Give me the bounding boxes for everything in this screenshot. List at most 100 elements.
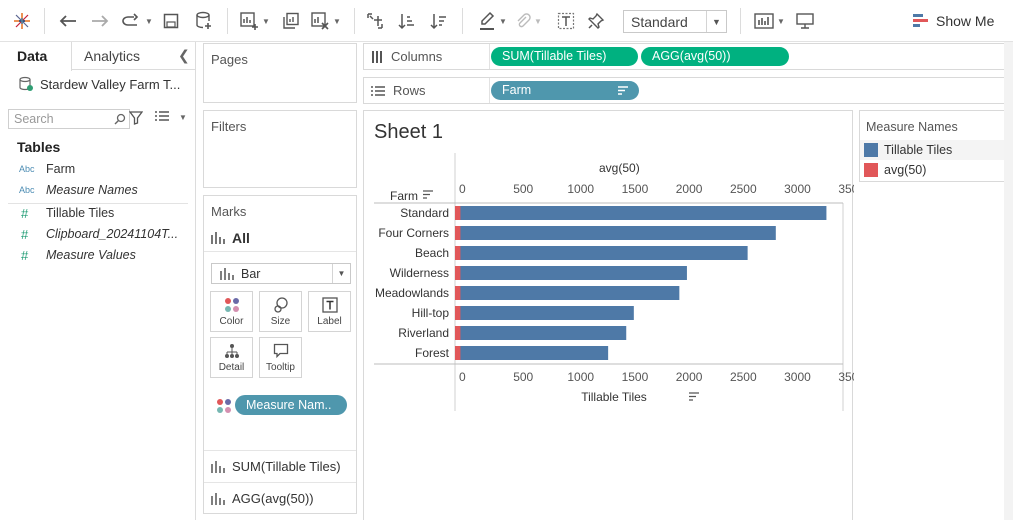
legend-item-tillable-tiles[interactable]: Tillable Tiles [860, 140, 1012, 160]
field-tillable-tiles[interactable]: # Tillable Tiles [0, 203, 196, 223]
bar-tillable-tiles [455, 306, 634, 320]
show-cards-icon[interactable]: ▼ [754, 10, 785, 32]
marks-tab-sum-tillable-tiles[interactable]: SUM(Tillable Tiles) [204, 450, 356, 482]
number-type-icon: # [21, 205, 29, 221]
row-label: Standard [400, 206, 449, 220]
undo-icon[interactable] [58, 10, 78, 32]
duplicate-sheet-icon[interactable] [282, 10, 300, 32]
number-type-icon: # [21, 226, 29, 242]
new-data-source-icon[interactable] [195, 10, 213, 32]
chevron-down-icon[interactable]: ▼ [332, 264, 350, 283]
legend-item-avg-50[interactable]: avg(50) [860, 160, 1012, 180]
marks-card: Marks All Bar ▼ Color Size Label Detail [203, 195, 357, 514]
marks-tab-label: AGG(avg(50)) [232, 491, 314, 506]
rows-shelf[interactable]: Rows Farm [363, 77, 1012, 104]
size-button[interactable]: Size [259, 291, 302, 332]
bar-tillable-tiles [455, 286, 680, 300]
top-tick-label: 500 [513, 182, 533, 196]
save-icon[interactable] [163, 10, 179, 32]
presentation-mode-icon[interactable] [795, 10, 815, 32]
sort-icon [689, 392, 699, 401]
sort-descending-icon[interactable] [430, 10, 448, 32]
tooltip-button[interactable]: Tooltip [259, 337, 302, 378]
highlight-icon[interactable]: ▼ [478, 10, 507, 32]
filters-card[interactable]: Filters [203, 110, 357, 188]
field-measure-values[interactable]: # Measure Values [0, 245, 196, 265]
bar-chart-icon [211, 231, 225, 244]
fix-axes-pin-icon[interactable] [587, 10, 605, 32]
swap-rows-columns-icon[interactable] [366, 10, 384, 32]
color-pill-measure-names[interactable]: Measure Nam.. [235, 395, 347, 415]
show-mark-labels-icon[interactable] [557, 10, 575, 32]
rows-label: Rows [393, 83, 426, 98]
columns-shelf-label: Columns [364, 44, 490, 69]
bar-tillable-tiles [455, 246, 748, 260]
rows-icon [371, 85, 385, 96]
toolbar-separator [227, 8, 228, 34]
pill-agg-avg[interactable]: AGG(avg(50)) [641, 47, 789, 66]
pages-title: Pages [211, 52, 248, 67]
filters-title: Filters [211, 119, 247, 134]
collapse-pane-icon[interactable]: ❮ [178, 42, 190, 70]
pages-card[interactable]: Pages [203, 43, 357, 103]
label-button[interactable]: Label [308, 291, 351, 332]
tab-data[interactable]: Data [0, 42, 72, 71]
side-tabs: Data Analytics ❮ [0, 42, 196, 71]
mark-type-value: Bar [241, 266, 261, 281]
size-icon [273, 296, 288, 313]
bottom-tick-label: 3500 [838, 370, 854, 384]
detail-button[interactable]: Detail [210, 337, 253, 378]
columns-label: Columns [391, 49, 443, 64]
bar-avg-50 [455, 246, 461, 260]
marks-all-tab[interactable]: All [204, 224, 356, 252]
field-clipboard[interactable]: # Clipboard_20241104T... [0, 224, 196, 244]
filter-icon[interactable] [128, 111, 144, 128]
row-header-farm: Farm [390, 189, 418, 203]
show-me-button[interactable]: Show Me [912, 10, 994, 32]
marks-tab-agg-avg[interactable]: AGG(avg(50)) [204, 482, 356, 514]
search-placeholder: Search [14, 112, 54, 126]
tab-analytics[interactable]: Analytics [84, 42, 140, 70]
view-options-icon[interactable]: ▼ [154, 111, 187, 123]
columns-icon [372, 50, 382, 63]
bar-avg-50 [455, 286, 461, 300]
mark-type-select[interactable]: Bar ▼ [211, 263, 351, 284]
tableau-logo-icon[interactable] [12, 10, 32, 32]
field-farm[interactable]: Abc Farm [0, 159, 196, 179]
field-name: Farm [46, 162, 76, 176]
search-input[interactable]: Search [8, 109, 130, 129]
string-type-icon: Abc [19, 185, 35, 195]
number-type-icon: # [21, 247, 29, 263]
color-button[interactable]: Color [210, 291, 253, 332]
pill-farm[interactable]: Farm [491, 81, 639, 100]
pill-sum-tillable-tiles[interactable]: SUM(Tillable Tiles) [491, 47, 638, 66]
detail-label: Detail [218, 361, 245, 373]
top-tick-label: 3500 [838, 182, 854, 196]
bar-avg-50 [455, 206, 461, 220]
replay-animation-icon[interactable]: ▼ [120, 10, 153, 32]
sort-ascending-icon[interactable] [398, 10, 416, 32]
new-worksheet-icon[interactable]: ▼ [239, 10, 270, 32]
fit-select-value: Standard [631, 13, 688, 30]
datasource-label: Stardew Valley Farm T... [40, 76, 181, 92]
top-axis-title: avg(50) [599, 161, 640, 175]
bar-tillable-tiles [455, 226, 776, 240]
sort-icon [423, 190, 433, 199]
redo-icon[interactable] [90, 10, 110, 32]
string-type-icon: Abc [19, 164, 35, 174]
columns-shelf[interactable]: Columns SUM(Tillable Tiles) AGG(avg(50)) [363, 43, 1012, 70]
bar-tillable-tiles [455, 326, 627, 340]
field-measure-names[interactable]: Abc Measure Names [0, 180, 196, 200]
field-name: Clipboard_20241104T... [46, 227, 179, 241]
group-members-icon[interactable]: ▼ [515, 10, 542, 32]
fit-select[interactable]: Standard ▼ [623, 10, 727, 33]
bar-chart-icon [211, 492, 225, 505]
field-name: Tillable Tiles [46, 206, 115, 220]
bar-avg-50 [455, 226, 461, 240]
bottom-tick-label: 1500 [622, 370, 649, 384]
legend-swatch [864, 143, 878, 157]
color-icon [224, 297, 239, 312]
chevron-down-icon[interactable]: ▼ [706, 11, 726, 32]
clear-sheet-icon[interactable]: ▼ [310, 10, 341, 32]
datasource-item[interactable]: Stardew Valley Farm T... [18, 74, 180, 94]
